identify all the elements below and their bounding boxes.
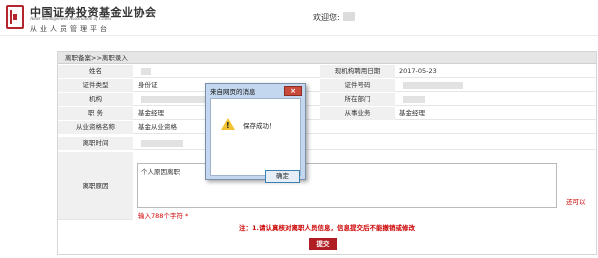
leave-time-redacted[interactable] <box>141 140 183 147</box>
form-row-leave-time: 离职时间 <box>58 137 596 150</box>
page-header: 中国证券投资基金业协会 Asset Management Association… <box>0 0 598 36</box>
id-type-label: 证件类型 <box>58 79 133 92</box>
welcome-label: 欢迎您: <box>313 13 340 22</box>
form-row-name: 姓名 现机构聘用日期 2017-05-23 <box>58 65 596 78</box>
id-type-value: 身份证 <box>138 81 158 89</box>
form-row-qualification: 从业资格名称 基金从业资格 <box>58 121 596 134</box>
employment-date-label: 现机构聘用日期 <box>320 65 395 78</box>
submit-button[interactable]: 提交 <box>309 238 337 250</box>
institution-label: 机构 <box>58 93 133 106</box>
breadcrumb: 离职备案>>离职录入 <box>58 52 596 64</box>
form-row-institution: 机构 所在部门 <box>58 93 596 106</box>
name-label: 姓名 <box>58 65 133 78</box>
leave-reason-label: 离职原因 <box>58 152 133 220</box>
amac-logo-icon <box>6 5 24 29</box>
close-icon[interactable]: × <box>284 86 302 96</box>
business-label: 从事业务 <box>320 107 395 120</box>
employment-date-value: 2017-05-23 <box>399 67 437 75</box>
form-row-id: 证件类型 身份证 证件号码 <box>58 79 596 92</box>
name-value-redacted <box>141 68 151 75</box>
org-name-en: Asset Management Association of China <box>30 17 112 22</box>
leave-time-label: 离职时间 <box>58 137 133 150</box>
dialog-title: 来自网页的消息 <box>210 88 256 96</box>
dialog-message: 保存成功！ <box>243 122 276 130</box>
remaining-chars-count: 输入788个字符 * <box>138 212 189 220</box>
qualification-label: 从业资格名称 <box>58 121 133 134</box>
system-name: 从业人员管理平台 <box>30 25 110 33</box>
form-note: 注：1.请认真核对离职人员信息，信息提交后不能撤销或修改 <box>239 224 415 232</box>
department-label: 所在部门 <box>320 93 395 106</box>
leave-form-panel: 离职备案>>离职录入 姓名 现机构聘用日期 2017-05-23 证件类型 身份… <box>57 51 597 255</box>
institution-redacted <box>141 96 211 103</box>
form-row-position: 职 务 基金经理 从事业务 基金经理 <box>58 107 596 120</box>
id-number-redacted <box>403 82 463 89</box>
position-value: 基金经理 <box>138 109 164 117</box>
id-number-label: 证件号码 <box>320 79 395 92</box>
remaining-chars-hint: 还可以 <box>566 198 586 206</box>
business-value: 基金经理 <box>399 109 425 117</box>
dialog-body: ! 保存成功！ 确定 <box>210 98 301 183</box>
user-name-redacted <box>343 12 355 21</box>
alert-dialog: 来自网页的消息 × ! 保存成功！ 确定 <box>205 83 306 183</box>
leave-reason-textarea[interactable]: 个人原因离职 <box>137 163 557 208</box>
warning-exclamation-icon: ! <box>226 121 230 130</box>
department-redacted <box>403 96 425 103</box>
qualification-value: 基金从业资格 <box>138 123 177 131</box>
position-label: 职 务 <box>58 107 133 120</box>
ok-button[interactable]: 确定 <box>265 170 300 183</box>
